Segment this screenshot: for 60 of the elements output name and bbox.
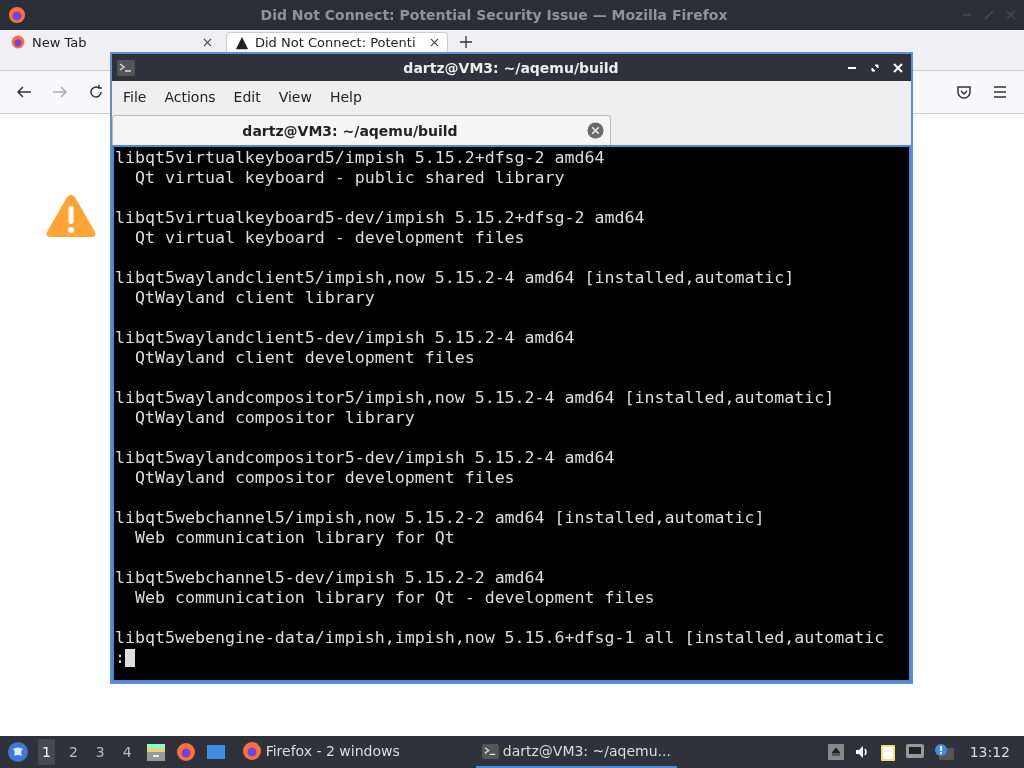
- start-menu-icon[interactable]: [8, 742, 28, 762]
- package-line: libqt5waylandclient5/impish,now 5.15.2-4 amd64 [installed,automatic]: [115, 268, 795, 288]
- package-description: QtWayland compositor development files: [133, 468, 515, 488]
- firefox-icon: [10, 34, 26, 50]
- package-description: Web communication library for Qt: [133, 528, 455, 548]
- maximize-icon[interactable]: [870, 62, 880, 73]
- workspace-button[interactable]: 3: [91, 739, 109, 765]
- package-description: Qt virtual keyboard - public shared library: [133, 168, 565, 188]
- workspace-button[interactable]: 1: [38, 739, 55, 765]
- package-description: Qt virtual keyboard - development files: [133, 228, 525, 248]
- eject-icon[interactable]: [827, 744, 844, 760]
- menu-item[interactable]: File: [114, 85, 156, 109]
- package-line: libqt5virtualkeyboard5/impish 5.15.2+dfsg-2 amd64: [115, 148, 605, 168]
- firefox-icon: [241, 741, 262, 761]
- clipboard-icon[interactable]: [879, 743, 896, 761]
- close-icon[interactable]: [430, 38, 439, 47]
- package-description: QtWayland client development files: [133, 348, 475, 368]
- package-line: libqt5waylandclient5-dev/impish 5.15.2-4 amd64: [115, 328, 575, 348]
- browser-tab[interactable]: New Tab: [2, 32, 220, 52]
- menu-item[interactable]: View: [269, 85, 321, 109]
- window-title: Did Not Connect: Potential Security Issue — Mozilla Firefox: [259, 7, 729, 23]
- package-description: QtWayland compositor library: [133, 408, 415, 428]
- taskbar-button[interactable]: dartz@VM3: ~/aqemu...: [475, 736, 677, 768]
- terminal-icon: [117, 59, 135, 76]
- clock: 13:12: [969, 744, 1011, 760]
- cursor: [125, 649, 135, 667]
- menu-item[interactable]: Help: [320, 85, 371, 109]
- package-line: libqt5webchannel5-dev/impish 5.15.2-2 amd64: [115, 568, 545, 588]
- close-icon[interactable]: [203, 37, 212, 47]
- pocket-icon[interactable]: [956, 84, 972, 100]
- workspace-button[interactable]: 2: [64, 739, 82, 765]
- package-description: Web communication library for Qt - development files: [133, 588, 655, 608]
- file-cabinet-icon[interactable]: [145, 742, 166, 762]
- package-line: libqt5virtualkeyboard5-dev/impish 5.15.2+dfsg-2 amd64: [115, 208, 645, 228]
- pager-prompt: :: [115, 648, 125, 668]
- notification-icon[interactable]: [933, 744, 954, 760]
- package-line: libqt5waylandcompositor5/impish,now 5.15.2-4 amd64 [installed,automatic]: [115, 388, 835, 408]
- workspace-button[interactable]: 4: [118, 739, 136, 765]
- back-icon[interactable]: [16, 84, 32, 100]
- speaker-icon[interactable]: [853, 744, 870, 760]
- menu-item[interactable]: Actions: [155, 85, 225, 109]
- warning-icon: [45, 192, 97, 240]
- package-description: QtWayland client library: [133, 288, 375, 308]
- window-title: dartz@VM3: ~/aqemu/build: [402, 59, 620, 76]
- package-line: libqt5webchannel5/impish,now 5.15.2-2 amd64 [installed,automatic]: [115, 508, 765, 528]
- menu-icon[interactable]: [992, 84, 1008, 100]
- firefox-icon: [8, 6, 26, 24]
- network-icon[interactable]: [905, 744, 924, 760]
- terminal-tab[interactable]: dartz@VM3: ~/aqemu/build: [112, 115, 611, 145]
- package-line: libqt5waylandcompositor5-dev/impish 5.15.2-4 amd64: [115, 448, 615, 468]
- taskbar-button[interactable]: Firefox - 2 windows: [235, 736, 406, 768]
- firefox-icon[interactable]: [175, 742, 196, 762]
- warning-icon: [235, 35, 249, 50]
- desktop-icon[interactable]: [205, 742, 226, 762]
- new-tab-icon[interactable]: [460, 36, 472, 48]
- terminal-icon: [481, 743, 499, 759]
- browser-tab[interactable]: Did Not Connect: Potenti: [226, 32, 448, 52]
- menu-item[interactable]: Edit: [224, 85, 270, 109]
- package-line: libqt5webengine-data/impish,impish,now 5.15.6+dfsg-1 all [installed,automatic: [115, 628, 885, 648]
- reload-icon[interactable]: [88, 84, 104, 100]
